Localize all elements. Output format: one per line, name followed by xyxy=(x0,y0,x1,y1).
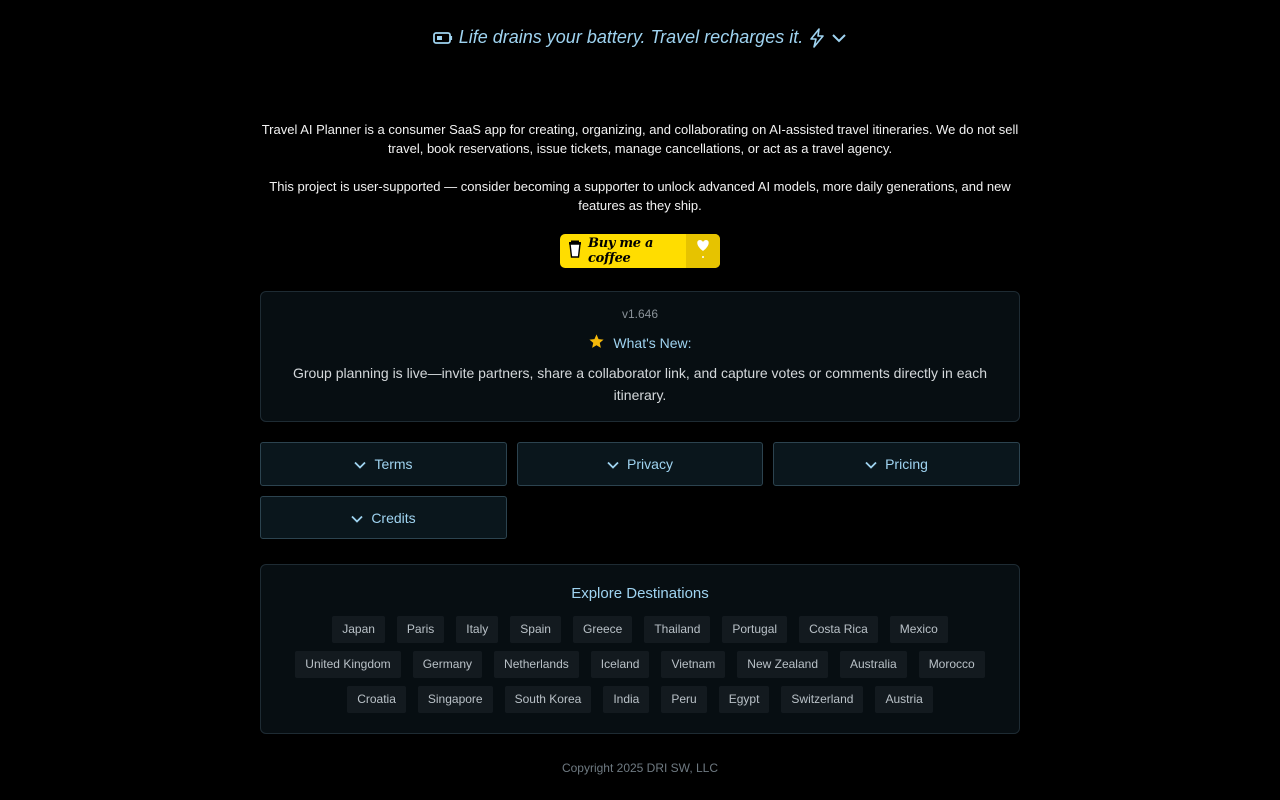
destination-chip[interactable]: Morocco xyxy=(918,651,985,678)
explore-destinations-card: Explore Destinations Japan Paris Italy S… xyxy=(260,564,1020,734)
terms-accordion[interactable]: Terms xyxy=(260,442,507,486)
credits-label: Credits xyxy=(371,509,416,526)
tagline: Life drains your battery. Travel recharg… xyxy=(0,27,1280,48)
star-icon xyxy=(588,333,605,353)
destination-chip[interactable]: Thailand xyxy=(644,616,711,643)
destination-chip[interactable]: Greece xyxy=(572,616,633,643)
destination-chip[interactable]: Iceland xyxy=(590,651,650,678)
pricing-label: Pricing xyxy=(885,456,928,472)
coffee-cup-icon xyxy=(568,240,582,262)
chevron-down-icon xyxy=(865,456,877,472)
destination-chip[interactable]: Netherlands xyxy=(494,651,579,678)
destination-chip[interactable]: Mexico xyxy=(889,616,948,643)
destination-row: Japan Paris Italy Spain Greece Thailand … xyxy=(261,616,1019,643)
chevron-down-icon[interactable] xyxy=(831,32,847,44)
destination-chip[interactable]: South Korea xyxy=(504,686,592,713)
destination-chip[interactable]: Switzerland xyxy=(781,686,864,713)
privacy-accordion[interactable]: Privacy xyxy=(517,442,763,486)
destination-chip[interactable]: Singapore xyxy=(417,686,493,713)
destination-chip[interactable]: Germany xyxy=(412,651,483,678)
destination-chip[interactable]: Austria xyxy=(875,686,933,713)
about-paragraph: Travel AI Planner is a consumer SaaS app… xyxy=(261,122,1019,156)
chevron-down-icon xyxy=(351,510,363,526)
destination-chip[interactable]: Peru xyxy=(661,686,707,713)
destination-chip[interactable]: Paris xyxy=(396,616,445,643)
copyright: Copyright 2025 DRI SW, LLC xyxy=(561,761,719,775)
destination-chip[interactable]: New Zealand xyxy=(737,651,828,678)
destination-chip[interactable]: Spain xyxy=(510,616,561,643)
whats-new-description: Group planning is live—invite partners, … xyxy=(292,365,988,403)
tagline-text: Life drains your battery. Travel recharg… xyxy=(458,27,804,47)
destination-row: United Kingdom Germany Netherlands Icela… xyxy=(261,651,1019,678)
chevron-down-icon xyxy=(354,456,367,472)
destination-chip[interactable]: India xyxy=(603,686,650,713)
explore-destinations-title: Explore Destinations xyxy=(571,585,709,602)
destination-chip[interactable]: Portugal xyxy=(722,616,788,643)
destination-chip[interactable]: Italy xyxy=(456,616,499,643)
battery-icon xyxy=(432,31,453,45)
version-label: v1.646 xyxy=(621,307,659,321)
whats-new-heading: What's New: xyxy=(261,333,1019,353)
destination-chip[interactable]: Japan xyxy=(332,616,385,643)
credits-accordion[interactable]: Credits xyxy=(260,496,507,539)
chevron-down-icon xyxy=(607,456,619,472)
destination-chip[interactable]: United Kingdom xyxy=(295,651,401,678)
destination-chip[interactable]: Croatia xyxy=(347,686,406,713)
destination-row: Croatia Singapore South Korea India Peru… xyxy=(261,686,1019,713)
whats-new-title: What's New: xyxy=(613,335,692,351)
terms-label: Terms xyxy=(374,456,413,472)
buy-me-a-coffee-label: Buy me a coffee xyxy=(588,236,654,266)
destination-chip[interactable]: Egypt xyxy=(718,686,770,713)
lightning-icon xyxy=(809,27,825,48)
privacy-label: Privacy xyxy=(627,456,673,472)
heart-icon xyxy=(686,234,720,268)
destination-chip[interactable]: Costa Rica xyxy=(799,616,878,643)
destination-chip[interactable]: Australia xyxy=(840,651,907,678)
buy-me-a-coffee-button[interactable]: Buy me a coffee xyxy=(560,234,720,268)
destination-chip[interactable]: Vietnam xyxy=(661,651,726,678)
supporter-paragraph: This project is user-supported — conside… xyxy=(269,179,1011,213)
whats-new-card: v1.646 What's New: Group planning is liv… xyxy=(260,291,1020,422)
pricing-accordion[interactable]: Pricing xyxy=(773,442,1020,486)
